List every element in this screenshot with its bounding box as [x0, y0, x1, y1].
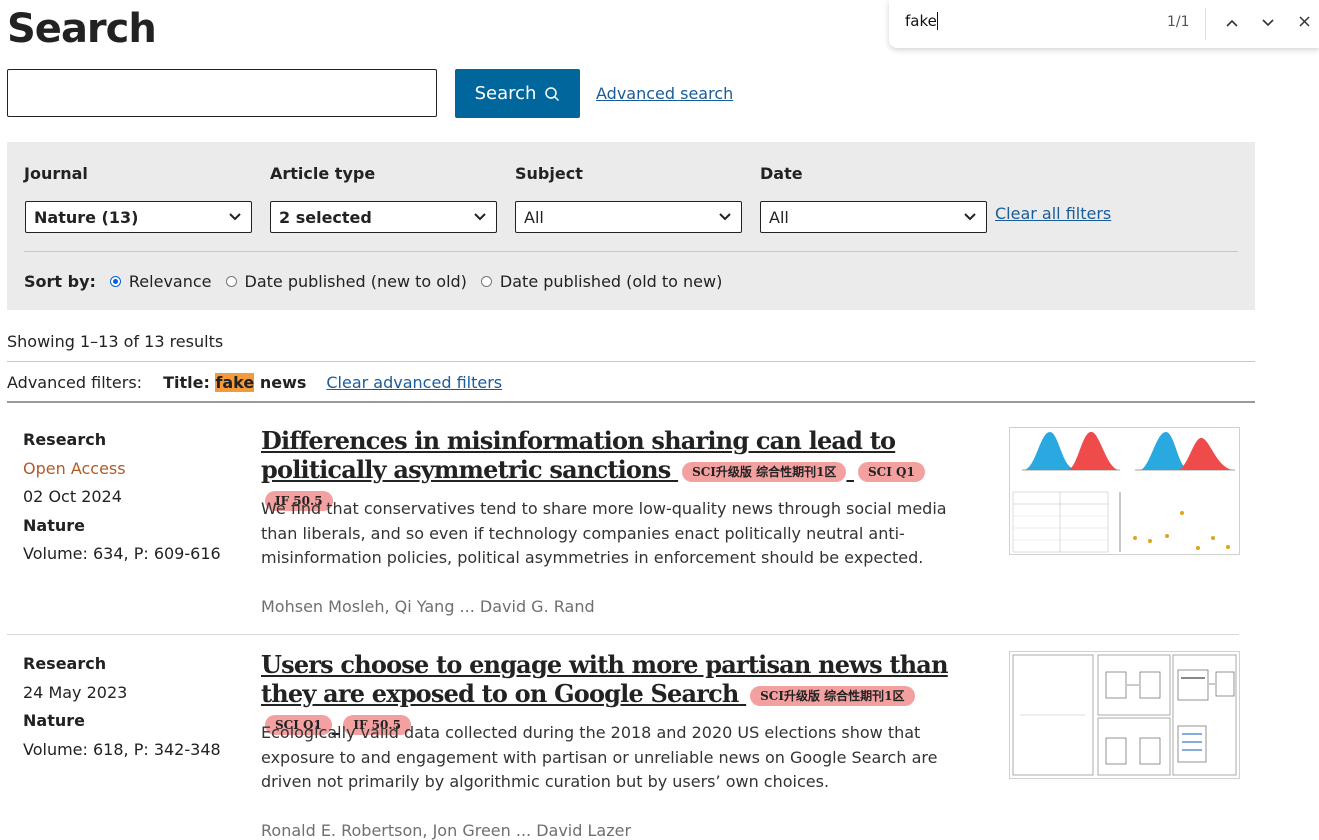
search-button[interactable]: Search — [455, 69, 580, 118]
article-type: Research — [23, 654, 107, 673]
result-thumbnail-diagram[interactable] — [1009, 651, 1240, 779]
result-authors: Ronald E. Robertson, Jon Green ... David… — [261, 821, 632, 840]
journal-name: Nature — [23, 515, 85, 535]
open-access-label: Open Access — [23, 458, 126, 478]
close-find-button[interactable] — [1294, 12, 1314, 31]
journal-filter-label: Journal — [24, 164, 88, 183]
subject-filter-label: Subject — [515, 164, 583, 183]
subject-select-value: All — [524, 207, 544, 227]
result-thumbnail-figure[interactable] — [1009, 427, 1240, 555]
divider — [7, 401, 1255, 403]
radio-unchecked-icon[interactable] — [225, 276, 237, 287]
result-description: We find that conservatives tend to share… — [261, 499, 947, 567]
results-count: Showing 1–13 of 13 results — [7, 332, 224, 351]
article-type: Research — [23, 430, 107, 449]
date-select[interactable]: All — [760, 201, 987, 233]
radio-unchecked-icon[interactable] — [480, 276, 492, 287]
chevron-down-icon — [719, 213, 731, 221]
result-description: Ecologically valid data collected during… — [261, 723, 938, 791]
advanced-filters-label: Advanced filters: — [7, 373, 143, 392]
chevron-down-icon — [1262, 19, 1274, 27]
find-match-count: 1/1 — [1167, 14, 1190, 30]
chevron-down-icon — [964, 213, 976, 221]
date-select-value: All — [769, 207, 789, 227]
quartile-badge: SCI Q1 — [858, 461, 925, 482]
text-cursor — [937, 12, 938, 30]
title-prefix: Title: — [163, 373, 210, 392]
find-input[interactable]: fake — [905, 12, 937, 30]
search-icon — [545, 86, 560, 101]
next-match-button[interactable] — [1258, 12, 1278, 31]
clear-all-filters-link[interactable]: Clear all filters — [995, 204, 1111, 223]
ranking-badge: SCI升级版 综合性期刊1区 — [682, 461, 847, 482]
clear-advanced-filters-link[interactable]: Clear advanced filters — [326, 373, 502, 392]
close-icon — [1298, 16, 1310, 27]
sort-option-new-to-old[interactable]: Date published (new to old) — [225, 272, 467, 291]
article-type-filter-label: Article type — [270, 164, 376, 183]
sort-option-relevance[interactable]: Relevance — [109, 272, 212, 291]
advanced-search-link[interactable]: Advanced search — [596, 84, 733, 103]
search-input[interactable] — [7, 69, 437, 117]
result-authors: Mohsen Mosleh, Qi Yang ... David G. Rand — [261, 597, 595, 616]
sort-option-label: Relevance — [128, 272, 212, 291]
divider — [7, 361, 1255, 362]
journal-name: Nature — [23, 711, 85, 730]
previous-match-button[interactable] — [1222, 12, 1242, 31]
filter-divider — [24, 251, 1238, 252]
sort-option-label: Date published (old to new) — [499, 272, 723, 291]
date-filter-label: Date — [760, 164, 803, 183]
ranking-badge: SCI升级版 综合性期刊1区 — [750, 685, 915, 706]
publish-date: 24 May 2023 — [23, 682, 128, 702]
chevron-down-icon — [474, 213, 486, 221]
search-button-label: Search — [474, 83, 537, 104]
sort-row: Sort by: Relevance Date published (new t… — [24, 272, 736, 291]
result-meta: Research Open Access 02 Oct 2024 Nature … — [23, 426, 221, 569]
divider — [7, 634, 1239, 635]
find-separator — [1205, 8, 1206, 40]
find-highlight: fake — [215, 373, 255, 392]
article-type-select[interactable]: 2 selected — [270, 201, 497, 233]
subject-select[interactable]: All — [515, 201, 742, 233]
journal-select-value: Nature (13) — [34, 207, 139, 227]
chevron-up-icon — [1226, 19, 1238, 27]
sort-option-old-to-new[interactable]: Date published (old to new) — [480, 272, 723, 291]
sort-label: Sort by: — [24, 272, 96, 291]
chevron-down-icon — [229, 213, 241, 221]
advanced-filter-title: Title: fake news — [163, 373, 306, 392]
article-type-select-value: 2 selected — [279, 207, 372, 227]
radio-checked-icon[interactable] — [109, 276, 121, 287]
volume-info: Volume: 634, P: 609-616 — [23, 544, 221, 563]
advanced-filters-row: Advanced filters: Title: fake news Clear… — [7, 373, 502, 392]
page-title: Search — [7, 6, 157, 52]
volume-info: Volume: 618, P: 342-348 — [23, 739, 221, 759]
result-meta: Research 24 May 2023 Nature Volume: 618,… — [23, 650, 221, 764]
journal-select[interactable]: Nature (13) — [25, 201, 252, 233]
title-rest: news — [259, 373, 307, 392]
sort-option-label: Date published (new to old) — [244, 272, 467, 291]
find-bar: fake 1/1 — [889, 0, 1319, 48]
publish-date: 02 Oct 2024 — [23, 487, 122, 506]
